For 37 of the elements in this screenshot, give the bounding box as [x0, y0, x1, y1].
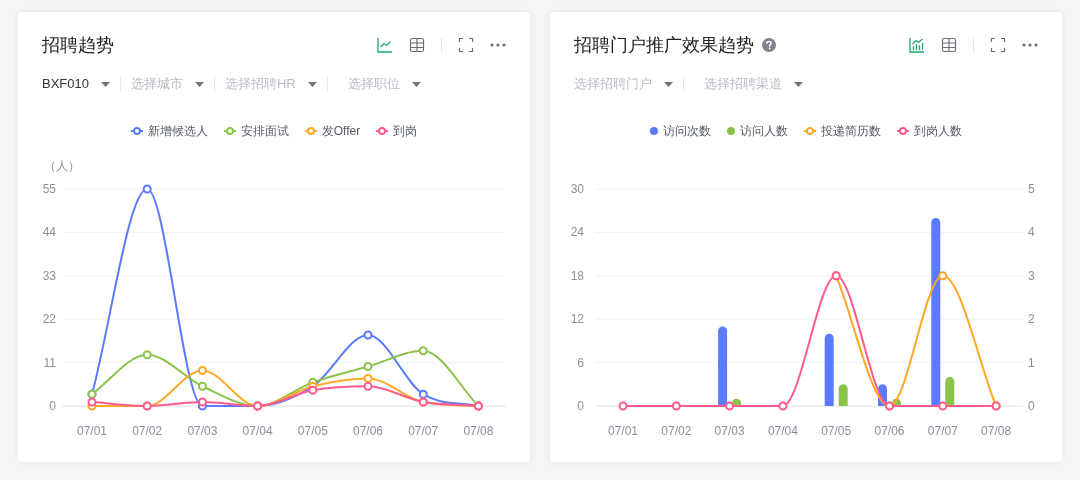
- axis-label: 07/04: [242, 424, 273, 438]
- card-title: 招聘门户推广效果趋势: [574, 34, 754, 57]
- axis-label: 33: [42, 268, 56, 283]
- axis-label: 11: [43, 355, 56, 370]
- axis-label: 24: [570, 225, 584, 240]
- axis-label: 0: [1028, 399, 1035, 413]
- axis-label: 07/06: [353, 424, 383, 438]
- axis-label: 07/07: [927, 424, 958, 438]
- axis-label: 07/05: [821, 424, 852, 438]
- axis-label: 55: [42, 182, 56, 196]
- axis-label: 07/03: [714, 424, 745, 438]
- axis-label: 18: [570, 268, 584, 283]
- axis-label: 44: [42, 225, 56, 240]
- axis-label: 30: [570, 182, 584, 196]
- axis-label: 07/06: [874, 424, 905, 438]
- axis-label: 07/02: [661, 424, 692, 438]
- axis-label: 07/01: [608, 424, 638, 438]
- card-title: 招聘趋势: [42, 34, 114, 57]
- axis-label: 07/02: [132, 424, 163, 438]
- axis-label: 6: [577, 355, 584, 370]
- axis-label: 07/05: [297, 424, 328, 438]
- axis-label: 4: [1028, 225, 1035, 240]
- axis-label: 07/08: [463, 424, 494, 438]
- axis-label: 07/03: [187, 424, 218, 438]
- axis-label: 07/01: [77, 424, 107, 438]
- axis-label: 5: [1028, 182, 1035, 196]
- axis-label: 0: [577, 399, 584, 413]
- axis-label: 07/08: [981, 424, 1012, 438]
- axis-label: 2: [1028, 312, 1035, 327]
- axis-label: 3: [1028, 268, 1035, 283]
- axis-title: （人）: [44, 159, 80, 173]
- axis-label: 07/07: [408, 424, 439, 438]
- axis-label: 0: [49, 399, 56, 413]
- axis-label: 1: [1028, 355, 1035, 370]
- axis-label: 07/04: [767, 424, 798, 438]
- axis-label: 22: [42, 312, 56, 327]
- axis-label: 12: [570, 312, 584, 327]
